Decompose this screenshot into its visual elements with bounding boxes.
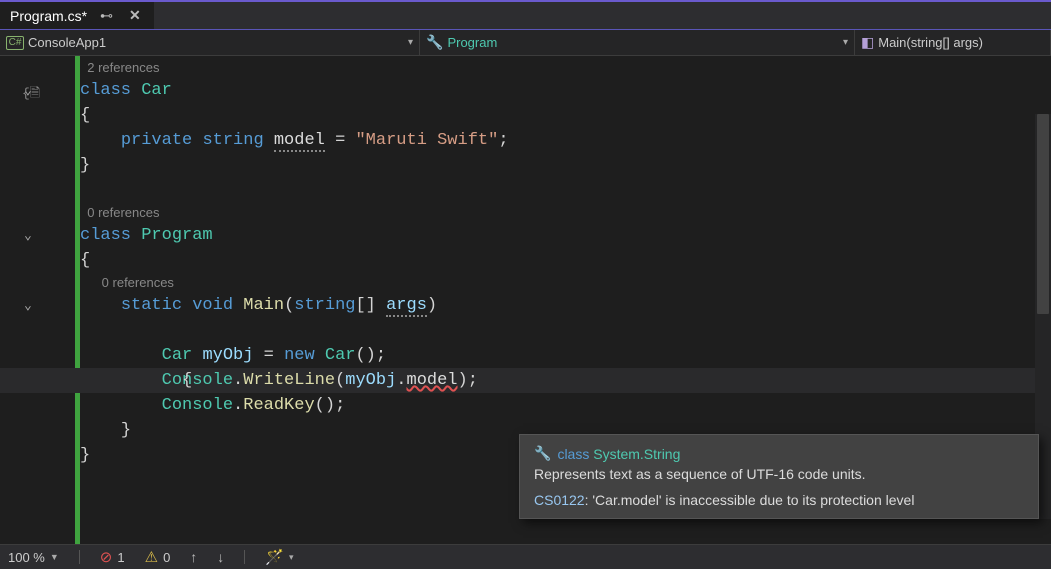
tab-program-cs[interactable]: Program.cs* ⊷ ✕ bbox=[0, 2, 154, 29]
warning-count: 0 bbox=[163, 550, 170, 565]
errors-indicator[interactable]: ⊘ 1 bbox=[100, 548, 125, 566]
status-bar: 100 % ▼ ⊘ 1 ⚠ 0 ↑ ↓ 🪄▾ bbox=[0, 544, 1051, 569]
tooltip-keyword: class bbox=[557, 446, 589, 462]
wand-icon: 🪄 bbox=[265, 548, 284, 566]
quick-actions[interactable]: 🪄▾ bbox=[265, 548, 293, 566]
error-icon: ⊘ bbox=[100, 548, 113, 566]
nav-member-dropdown[interactable]: ◧ Main(string[] args) bbox=[855, 30, 1051, 55]
outline-struct-icon: {🗎 bbox=[22, 84, 40, 106]
chevron-down-icon: ▼ bbox=[50, 552, 59, 562]
arrow-down-icon: ↓ bbox=[217, 549, 224, 565]
close-icon[interactable]: ✕ bbox=[126, 7, 144, 24]
navigation-bar: C# ConsoleApp1 ▾ 🔧 Program ▾ ◧ Main(stri… bbox=[0, 30, 1051, 56]
code-line: Console.ReadKey(); bbox=[80, 393, 1051, 418]
divider bbox=[244, 550, 245, 564]
codelens-main[interactable]: 0 references bbox=[80, 273, 1051, 293]
warning-icon: ⚠ bbox=[145, 548, 158, 566]
warnings-indicator[interactable]: ⚠ 0 bbox=[145, 548, 171, 566]
glyph-margin: {🗎 bbox=[0, 56, 20, 544]
nav-member-label: Main(string[] args) bbox=[878, 35, 983, 50]
error-count: 1 bbox=[117, 550, 124, 565]
codelens-car[interactable]: 2 references bbox=[80, 58, 1051, 78]
class-icon: 🔧 bbox=[534, 445, 551, 462]
code-line: { bbox=[80, 248, 1051, 273]
tab-bar: Program.cs* ⊷ ✕ bbox=[0, 0, 1051, 30]
error-code: CS0122 bbox=[534, 492, 585, 508]
code-line: Console.WriteLine(myObj.model); bbox=[80, 368, 1051, 393]
zoom-label: 100 % bbox=[8, 550, 45, 565]
chevron-down-icon: ▾ bbox=[408, 37, 413, 48]
fold-chevron-icon[interactable]: ⌄ bbox=[24, 298, 32, 313]
csharp-badge-icon: C# bbox=[6, 36, 24, 50]
code-line: { bbox=[80, 103, 1051, 128]
tooltip-description: Represents text as a sequence of UTF-16 … bbox=[534, 466, 1024, 482]
code-line: { bbox=[80, 318, 1051, 343]
nav-scope-label: ConsoleApp1 bbox=[28, 35, 106, 50]
code-line: private string model = "Maruti Swift"; bbox=[80, 128, 1051, 153]
error-message: : 'Car.model' is inaccessible due to its… bbox=[585, 492, 915, 508]
chevron-down-icon: ▾ bbox=[843, 37, 848, 48]
zoom-control[interactable]: 100 % ▼ bbox=[8, 550, 59, 565]
nav-scope-dropdown[interactable]: C# ConsoleApp1 ▾ bbox=[0, 30, 420, 55]
pin-icon[interactable]: ⊷ bbox=[97, 8, 116, 24]
gutter: ⌄ ⌄ ⌄ bbox=[20, 56, 75, 544]
codelens-program[interactable]: 0 references bbox=[80, 203, 1051, 223]
code-line: class Program bbox=[80, 223, 1051, 248]
scrollbar-thumb[interactable] bbox=[1037, 114, 1049, 314]
nav-type-label: Program bbox=[447, 35, 497, 50]
nav-prev[interactable]: ↑ bbox=[190, 549, 197, 565]
class-icon: 🔧 bbox=[426, 34, 443, 51]
tab-title: Program.cs* bbox=[10, 8, 87, 24]
code-line: class Car bbox=[80, 78, 1051, 103]
fold-chevron-icon[interactable]: ⌄ bbox=[24, 228, 32, 243]
intellisense-tooltip: 🔧 class System.String Represents text as… bbox=[519, 434, 1039, 519]
tooltip-error: CS0122: 'Car.model' is inaccessible due … bbox=[534, 492, 1024, 508]
code-line: } bbox=[80, 153, 1051, 178]
code-line: Car myObj = new Car(); bbox=[80, 343, 1051, 368]
code-line bbox=[80, 178, 1051, 203]
arrow-up-icon: ↑ bbox=[190, 549, 197, 565]
tooltip-type: System.String bbox=[593, 446, 680, 462]
chevron-down-icon: ▾ bbox=[289, 552, 294, 563]
code-line: static void Main(string[] args) bbox=[80, 293, 1051, 318]
divider bbox=[79, 550, 80, 564]
nav-type-dropdown[interactable]: 🔧 Program ▾ bbox=[420, 30, 855, 55]
method-icon: ◧ bbox=[861, 34, 874, 51]
nav-next[interactable]: ↓ bbox=[217, 549, 224, 565]
